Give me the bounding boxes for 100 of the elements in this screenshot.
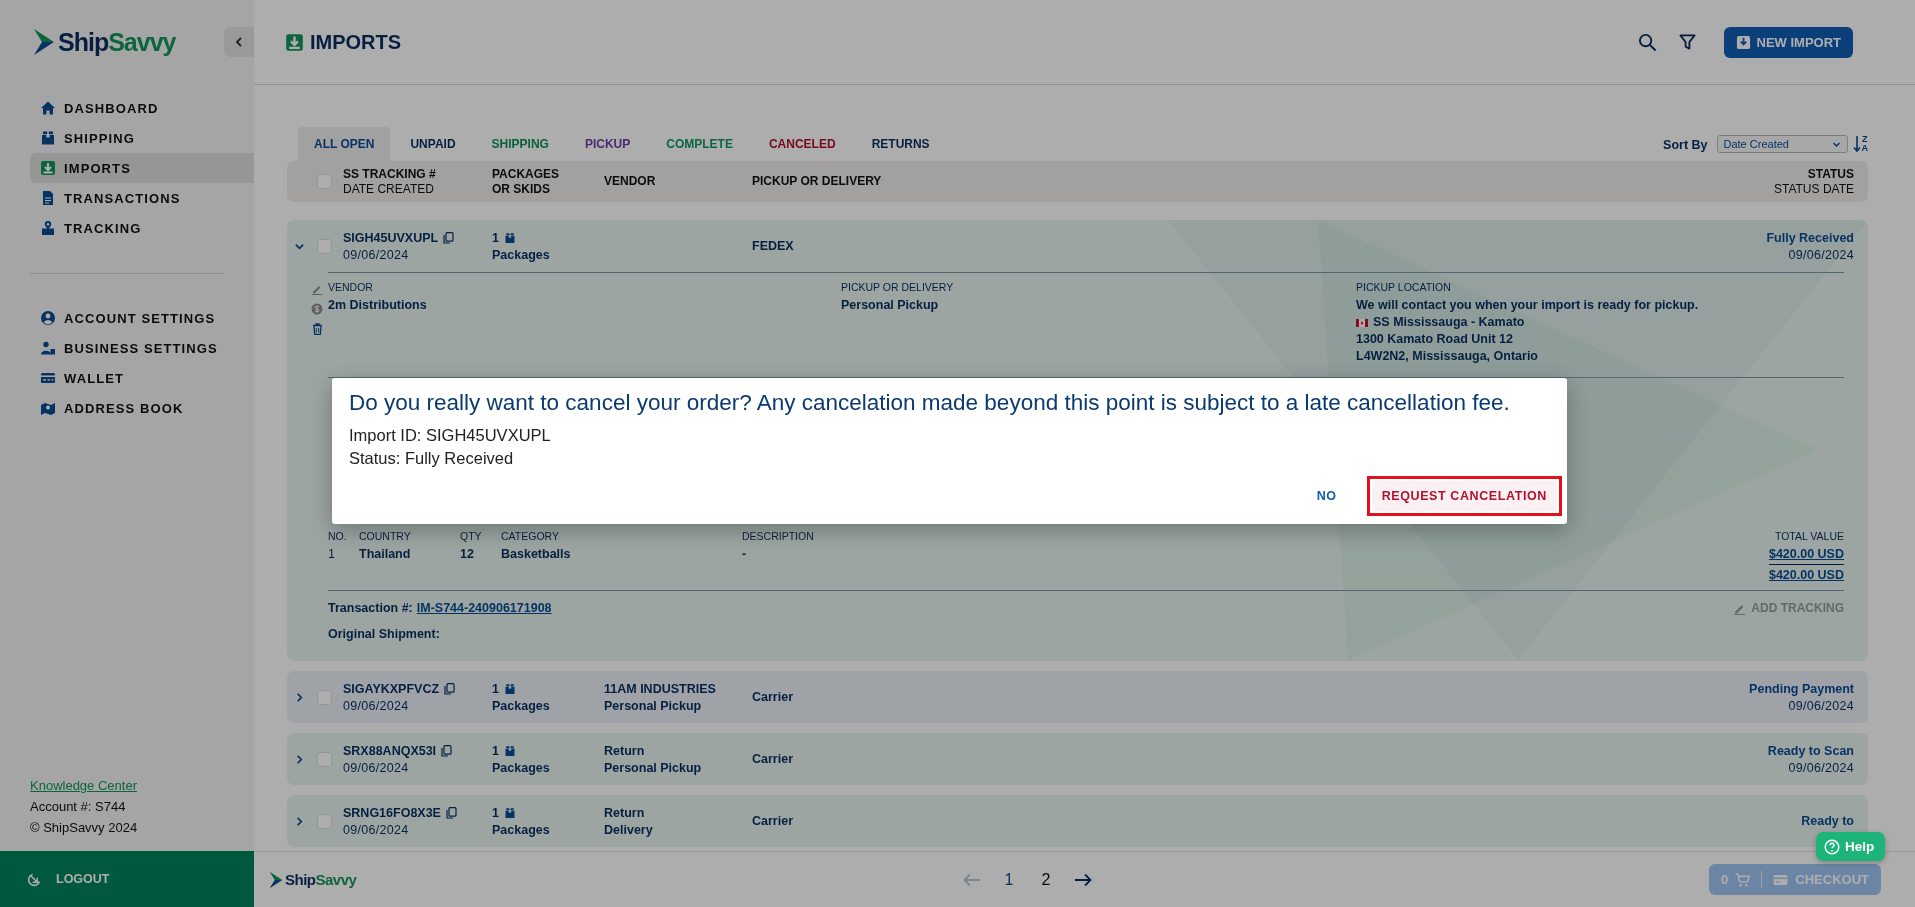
tracking-number: SRNG16FO8X3E: [343, 805, 441, 820]
dollar-coin-icon[interactable]: [311, 303, 323, 315]
sort-order-button[interactable]: Z A: [1852, 135, 1868, 153]
vendor-name: Return: [604, 743, 646, 758]
down-arrow-icon: [1852, 135, 1861, 153]
logo-mark-icon: [33, 28, 55, 56]
package-icon: [503, 806, 516, 819]
chevron-left-icon: [233, 36, 245, 48]
document-icon: [40, 190, 56, 206]
checkbox[interactable]: [317, 689, 332, 705]
search-button[interactable]: [1637, 32, 1657, 52]
address-line: L4W2N2, Mississauga, Ontario: [1356, 348, 1539, 365]
carrier-name: Carrier: [752, 752, 794, 766]
package-icon: [503, 231, 516, 244]
package-icon: [503, 682, 516, 695]
transaction-link[interactable]: IM-S744-240906171908: [416, 601, 552, 615]
page-number[interactable]: 1: [1000, 870, 1018, 889]
no-button[interactable]: NO: [1306, 481, 1347, 511]
nav-item[interactable]: TRACKING: [30, 213, 254, 243]
left-arrow-icon: [962, 872, 981, 887]
carrier-name: FEDEX: [752, 239, 795, 253]
nav-item[interactable]: SHIPPING: [30, 123, 254, 153]
cart-icon: [1735, 872, 1751, 887]
column-header: QTY: [460, 530, 483, 542]
download-box-icon: [1735, 34, 1751, 50]
copy-icon[interactable]: [443, 231, 455, 244]
sort-select[interactable]: Date Created: [1716, 135, 1848, 153]
user-circle-icon: [40, 310, 56, 326]
logo[interactable]: ShipSavvy: [33, 27, 176, 57]
box-icon: [40, 130, 56, 146]
checkbox[interactable]: [317, 751, 332, 767]
package-count: 1: [492, 743, 499, 758]
column-header: NO.: [328, 530, 348, 542]
line-total: $420.00 USD: [1768, 547, 1844, 561]
filter-tab[interactable]: RETURNS: [855, 127, 946, 161]
card-icon: [1773, 873, 1789, 886]
pickup-method: Delivery: [604, 822, 654, 837]
nav-item[interactable]: IMPORTS: [30, 153, 254, 183]
tracking-number: SIGAYKXPFVCZ: [343, 681, 440, 696]
filter-tab[interactable]: PICKUP: [568, 127, 647, 161]
package-unit: Packages: [492, 760, 551, 775]
download-box-icon: [285, 32, 304, 52]
column-header: CATEGORY: [501, 530, 560, 542]
chevron-right-icon[interactable]: [294, 815, 305, 827]
status-date: 09/06/2024: [1788, 247, 1854, 262]
filter-tab[interactable]: UNPAID: [394, 127, 472, 161]
nav-item[interactable]: BUSINESS SETTINGS: [30, 333, 254, 363]
package-unit: Packages: [492, 247, 551, 262]
column-header[interactable]: PICKUP OR DELIVERY: [752, 174, 1774, 189]
copy-icon[interactable]: [445, 806, 457, 819]
request-cancelation-button[interactable]: REQUEST CANCELATION: [1371, 481, 1557, 511]
page-title: IMPORTS: [310, 30, 402, 54]
status-text: Ready to: [1801, 814, 1854, 828]
pencil-icon[interactable]: [311, 283, 323, 295]
package-icon: [503, 744, 516, 757]
copyright-text: © ShipSavvy 2024: [30, 820, 139, 835]
column-header[interactable]: VENDOR: [604, 174, 752, 189]
column-header[interactable]: SS TRACKING #: [343, 166, 492, 182]
checkbox[interactable]: [317, 813, 332, 829]
tracking-number: SRX88ANQX53I: [343, 743, 437, 758]
dialog-message: Do you really want to cancel your order? Any cancelation made beyond this point is subject to a late cancellation fee.: [349, 389, 1511, 417]
chevron-right-icon[interactable]: [294, 753, 305, 765]
nav-item[interactable]: WALLET: [30, 363, 254, 393]
logout-button[interactable]: LOGOUT: [0, 851, 254, 907]
column-header: DESCRIPTION: [742, 530, 815, 542]
collapse-button[interactable]: [224, 27, 254, 57]
table-cell-text: Basketballs: [501, 547, 572, 563]
import-row-card[interactable]: SIGAYKXPFVCZ 09/06/2024 1 Packages 11AM INDUSTRIES Personal Pickup Carrier Pending Payment 09/06/2024: [287, 671, 1868, 723]
pickup-method: Personal Pickup: [604, 760, 703, 775]
location-name: SS Mississauga - Kamato: [1373, 314, 1525, 331]
chevron-right-icon[interactable]: [294, 691, 305, 703]
nav-item[interactable]: ACCOUNT SETTINGS: [30, 303, 254, 333]
filter-button[interactable]: [1678, 33, 1696, 51]
field-value: 2m Distributions: [328, 297, 428, 314]
date-created: 09/06/2024: [343, 760, 410, 775]
page-number[interactable]: 2: [1037, 870, 1055, 889]
carrier-name: Carrier: [752, 814, 794, 828]
filter-tab[interactable]: CANCELED: [752, 127, 852, 161]
right-arrow-icon: [1074, 872, 1093, 887]
filter-tab[interactable]: ALL OPEN: [298, 127, 391, 161]
nav-item[interactable]: ADDRESS BOOK: [30, 393, 254, 423]
logout-icon: [27, 871, 42, 887]
column-header[interactable]: STATUS: [1807, 166, 1854, 182]
trash-icon[interactable]: [311, 323, 323, 335]
nav-item[interactable]: DASHBOARD: [30, 93, 254, 123]
vendor-name: 11AM INDUSTRIES: [604, 681, 717, 696]
table-cell-text: 12: [460, 547, 475, 563]
map-icon: [40, 400, 56, 416]
checkbox[interactable]: [317, 238, 332, 254]
original-shipment-label: Original Shipment:: [327, 626, 441, 643]
logo[interactable]: ShipSavvy: [269, 870, 963, 889]
date-created: 09/06/2024: [343, 698, 410, 713]
copy-icon[interactable]: [444, 682, 456, 695]
copy-icon[interactable]: [441, 744, 453, 757]
nav-item[interactable]: TRANSACTIONS: [30, 183, 254, 213]
import-row-card[interactable]: SRX88ANQX53I 09/06/2024 1 Packages Return Personal Pickup Carrier Ready to Scan 09/06/2024: [287, 733, 1868, 785]
new-import-button[interactable]: NEW IMPORT: [1723, 26, 1853, 58]
column-header[interactable]: PACKAGES OR SKIDS: [492, 166, 572, 197]
search-icon: [1637, 32, 1657, 52]
next-page-button[interactable]: [1074, 872, 1093, 887]
